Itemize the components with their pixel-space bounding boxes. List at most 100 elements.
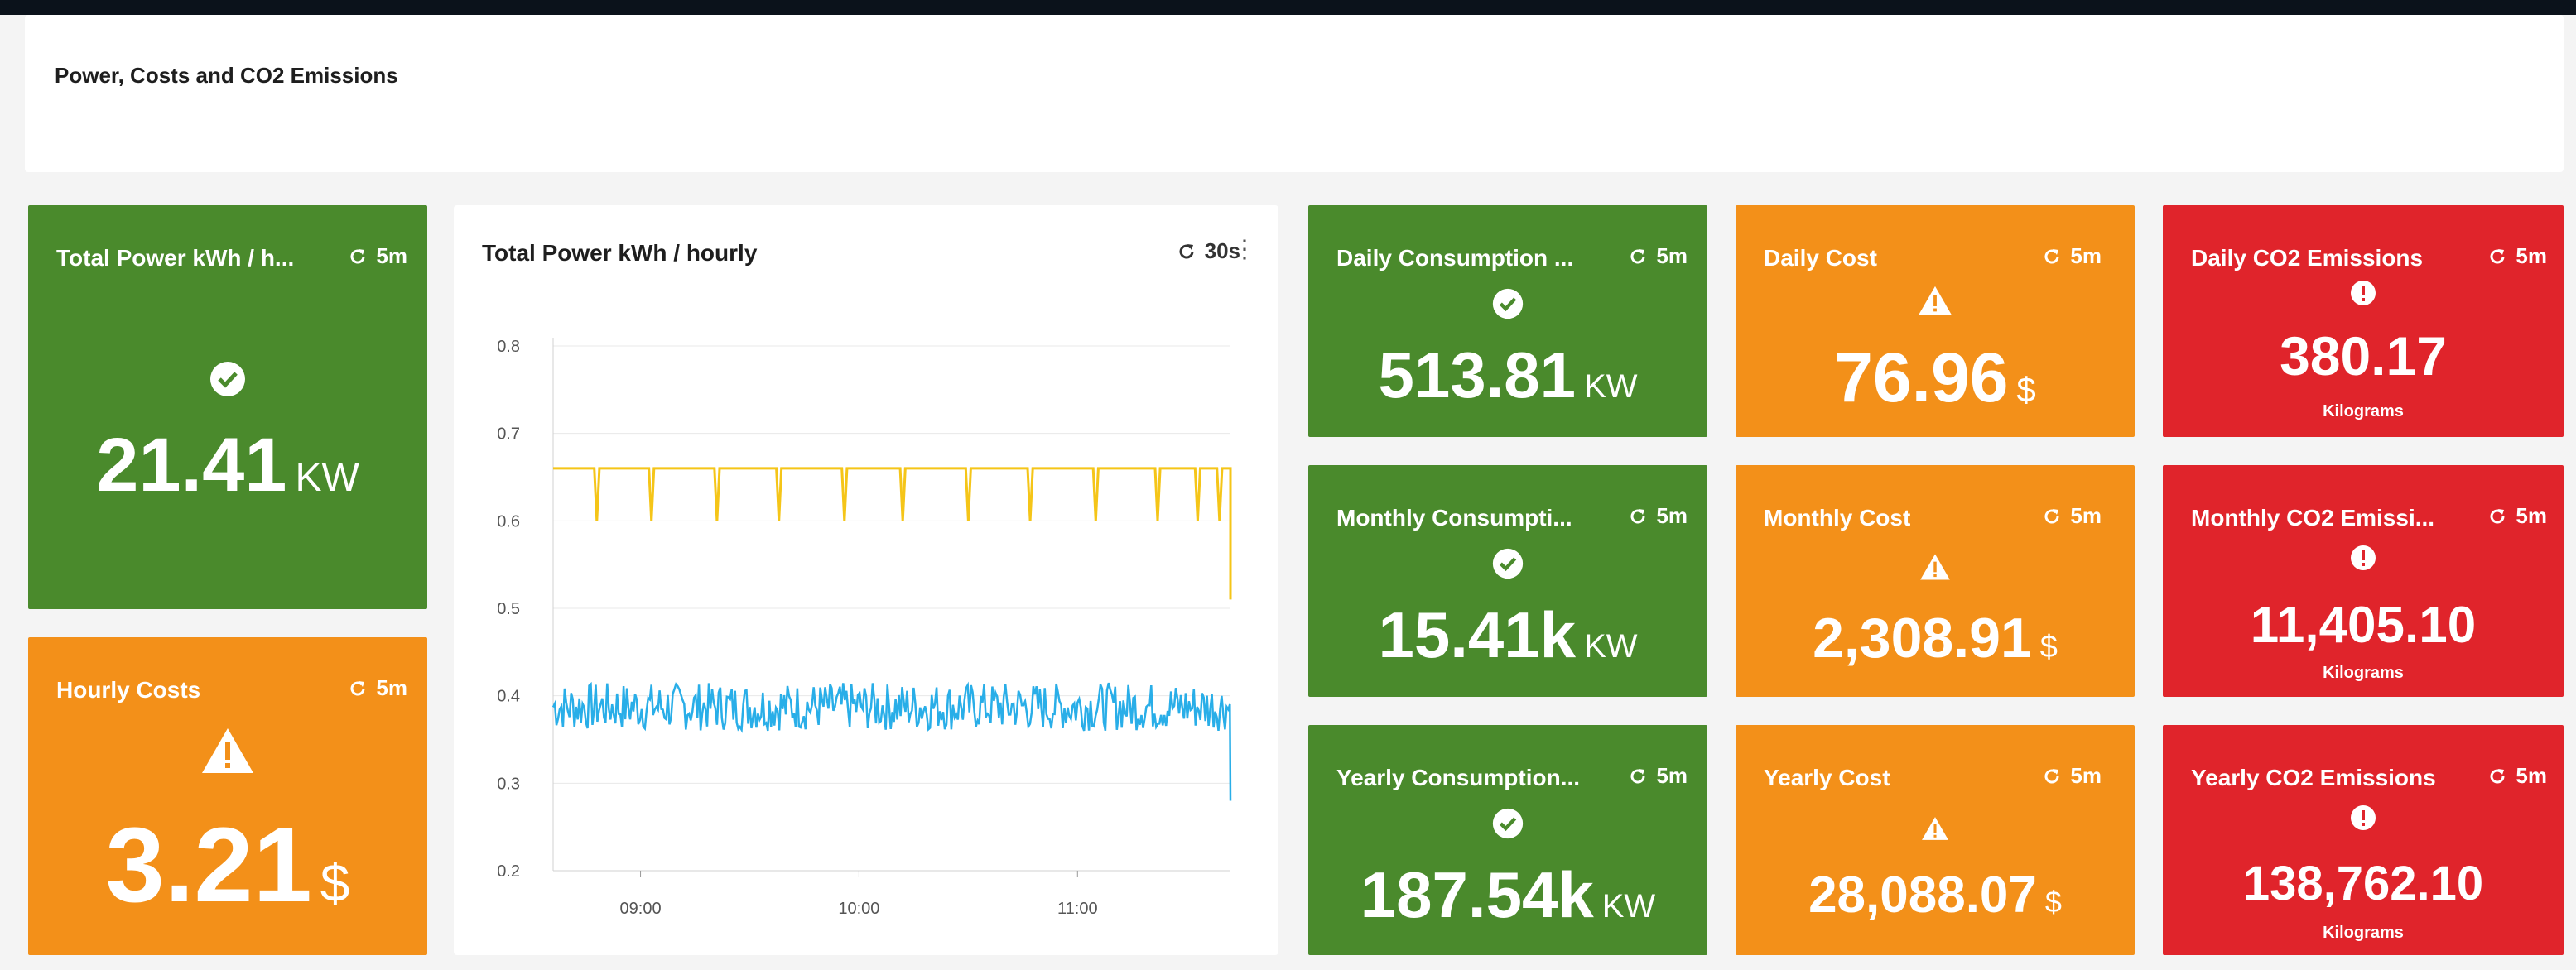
refresh-icon	[1630, 248, 1645, 263]
refresh-icon	[2490, 768, 2505, 783]
refresh-interval: 5m	[2070, 763, 2102, 788]
refresh-icon	[2490, 508, 2505, 523]
refresh-indicator[interactable]: 5m	[2042, 243, 2102, 269]
y-tick-label: 0.8	[497, 338, 520, 356]
refresh-indicator[interactable]: 5m	[2487, 243, 2547, 269]
monthly-consumption-tile[interactable]: Monthly Consumpti... 5m 15.41k KW	[1308, 465, 1707, 697]
yearly-consumption-tile[interactable]: Yearly Consumption... 5m 187.54k KW	[1308, 725, 1707, 955]
yearly-cost-tile[interactable]: Yearly Cost 5m 28,088.07 $	[1736, 725, 2135, 955]
tile-value: 3.21	[105, 806, 312, 924]
monthly-co2-tile[interactable]: Monthly CO2 Emissi... 5m 11,405.10 Kilog…	[2163, 465, 2564, 697]
tile-value: 2,308.91	[1813, 607, 2032, 670]
tile-unit: KW	[1584, 368, 1638, 405]
tile-title: Yearly Consumption...	[1336, 765, 1581, 790]
daily-consumption-tile[interactable]: Daily Consumption ... 5m 513.81 KW	[1308, 205, 1707, 437]
tile-unit: KW	[295, 456, 359, 500]
y-tick-label: 0.3	[497, 775, 520, 793]
warning-triangle-icon	[1919, 286, 1952, 315]
refresh-icon	[350, 248, 365, 263]
refresh-indicator[interactable]: 5m	[2042, 503, 2102, 529]
tile-title: Monthly Consumpti...	[1336, 505, 1572, 531]
refresh-indicator[interactable]: 5m	[1628, 763, 1688, 789]
dashboard-header-panel: Power, Costs and CO2 Emissions	[25, 15, 2564, 172]
tile-sub-label: Kilograms	[2323, 402, 2404, 420]
exclamation-circle-icon	[2351, 281, 2376, 305]
y-tick-label: 0.6	[497, 512, 520, 531]
tile-unit: KW	[1601, 888, 1656, 924]
check-circle-icon	[1492, 288, 1524, 319]
refresh-indicator[interactable]: 5m	[348, 243, 407, 269]
tile-title: Total Power kWh / h...	[56, 245, 295, 271]
power-line-chart: 0.8 0.7 0.6 0.5 0.4 0.3 0.2 09:00 10:00 11:00	[497, 338, 1232, 918]
total-power-tile[interactable]: Total Power kWh / h... 5m 21.41 KW	[28, 205, 427, 609]
tile-title: Yearly CO2 Emissions	[2191, 765, 2436, 790]
tile-value: 76.96	[1834, 339, 2009, 416]
daily-cost-tile[interactable]: Daily Cost 5m 76.96 $	[1736, 205, 2135, 437]
check-circle-icon	[1492, 808, 1524, 839]
tile-unit: KW	[1584, 628, 1638, 665]
refresh-interval: 5m	[1656, 763, 1688, 788]
y-tick-label: 0.7	[497, 425, 520, 444]
daily-co2-tile[interactable]: Daily CO2 Emissions 5m 380.17 Kilograms	[2163, 205, 2564, 437]
refresh-interval: 5m	[2070, 243, 2102, 268]
tile-value: 21.41	[96, 423, 287, 507]
tile-value: 187.54k	[1360, 858, 1594, 931]
refresh-indicator[interactable]: 5m	[2487, 763, 2547, 789]
refresh-icon	[1630, 508, 1645, 523]
x-tick-label: 10:00	[838, 900, 879, 918]
refresh-interval: 5m	[2070, 503, 2102, 528]
tile-title: Monthly CO2 Emissi...	[2191, 505, 2435, 531]
monthly-cost-tile[interactable]: Monthly Cost 5m 2,308.91 $	[1736, 465, 2135, 697]
yearly-co2-tile[interactable]: Yearly CO2 Emissions 5m 138,762.10 Kilog…	[2163, 725, 2564, 955]
tile-value: 513.81	[1378, 339, 1577, 411]
tile-value: 380.17	[2280, 325, 2447, 387]
refresh-icon	[2490, 248, 2505, 263]
refresh-indicator[interactable]: 5m	[1628, 503, 1688, 529]
refresh-icon	[2044, 508, 2059, 523]
exclamation-circle-icon	[2351, 805, 2376, 830]
tile-unit: $	[2039, 630, 2058, 665]
tile-title: Daily Consumption ...	[1336, 245, 1574, 271]
warning-triangle-icon	[1920, 554, 1950, 580]
y-tick-label: 0.4	[497, 688, 520, 706]
refresh-interval: 5m	[2516, 763, 2547, 788]
check-circle-icon	[1492, 548, 1524, 579]
refresh-interval: 5m	[1656, 243, 1688, 268]
refresh-icon	[2044, 768, 2059, 783]
tile-sub-label: Kilograms	[2323, 924, 2404, 942]
refresh-icon	[350, 680, 365, 695]
hourly-costs-tile[interactable]: Hourly Costs 5m 3.21 $	[28, 637, 427, 955]
x-tick-label: 09:00	[620, 900, 662, 918]
warning-triangle-icon	[1922, 817, 1948, 840]
refresh-icon	[2044, 248, 2059, 263]
exclamation-circle-icon	[2351, 545, 2376, 570]
refresh-interval: 5m	[376, 675, 407, 700]
power-chart-panel: Total Power kWh / hourly 30s ⋮ 0.8 0.7 0.6…	[454, 205, 1278, 955]
check-circle-icon	[210, 362, 245, 396]
refresh-indicator[interactable]: 5m	[348, 675, 407, 701]
x-tick-label: 11:00	[1057, 900, 1098, 918]
tile-unit: $	[2044, 885, 2062, 919]
warning-triangle-icon	[202, 728, 253, 773]
top-bar	[0, 0, 2576, 15]
tile-value: 138,762.10	[2242, 857, 2484, 910]
y-tick-label: 0.5	[497, 600, 520, 618]
refresh-indicator[interactable]: 5m	[1628, 243, 1688, 269]
refresh-interval: 5m	[1656, 503, 1688, 528]
refresh-indicator[interactable]: 5m	[2042, 763, 2102, 789]
y-tick-label: 0.2	[497, 862, 520, 881]
refresh-interval: 5m	[2516, 243, 2547, 268]
refresh-indicator[interactable]: 5m	[2487, 503, 2547, 529]
refresh-interval: 5m	[376, 243, 407, 268]
tile-unit: $	[2016, 370, 2036, 409]
tile-unit: $	[320, 853, 350, 913]
tile-title: Daily Cost	[1764, 245, 1877, 271]
dashboard-title: Power, Costs and CO2 Emissions	[55, 63, 398, 88]
tile-title: Daily CO2 Emissions	[2191, 245, 2424, 271]
tile-value: 15.41k	[1378, 598, 1577, 671]
series-line-yellow	[553, 467, 1232, 600]
refresh-interval: 5m	[2516, 503, 2547, 528]
tile-value: 11,405.10	[2250, 597, 2477, 654]
tile-title: Yearly Cost	[1764, 765, 1890, 790]
refresh-icon	[1630, 768, 1645, 783]
